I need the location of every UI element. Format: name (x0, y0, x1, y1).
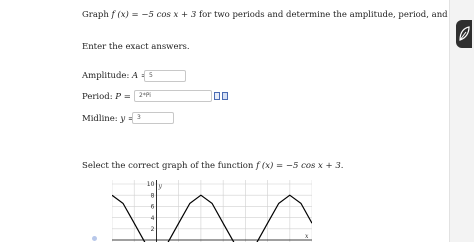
equation-editor-icon[interactable] (214, 92, 220, 100)
period-label-text: Period: (82, 92, 113, 102)
question-function: f (x) = −5 cos x + 3 (111, 10, 197, 20)
side-panel-button[interactable] (456, 20, 472, 48)
graph-prompt-prefix: Select the correct graph of the function (82, 161, 254, 171)
y-axis-label: y (157, 183, 162, 190)
graph-prompt: Select the correct graph of the function… (82, 161, 343, 171)
y-tick-label: 10 (147, 181, 155, 188)
x-axis-label: x (305, 233, 309, 240)
period-label: Period: P = (82, 92, 131, 102)
graph-option-chart[interactable]: 2 4 6 8 10 y x (112, 180, 312, 242)
instruction-text: Enter the exact answers. (82, 42, 190, 52)
leaf-icon (459, 26, 470, 41)
y-tick-label: 6 (151, 204, 155, 211)
midline-label: Midline: y = (82, 114, 135, 124)
question-suffix: for two periods and determine the amplit… (198, 10, 474, 20)
midline-label-text: Midline: (82, 114, 118, 124)
question-panel: Graph f (x) = −5 cos x + 3 for two perio… (0, 0, 474, 242)
preview-icon[interactable] (222, 92, 228, 100)
midline-input[interactable]: 3 (132, 112, 174, 124)
series-line (112, 194, 312, 242)
period-input[interactable]: 2*Pi (134, 90, 212, 102)
graph-prompt-function: f (x) = −5 cos x + 3 (256, 161, 341, 171)
y-tick-label: 8 (151, 192, 155, 199)
question-text: Graph f (x) = −5 cos x + 3 for two perio… (82, 10, 474, 20)
period-symbol: P = (115, 92, 131, 102)
y-tick-label: 2 (151, 226, 155, 233)
option-radio-button[interactable] (92, 236, 97, 241)
amplitude-label: Amplitude: A = (82, 71, 148, 81)
amplitude-input[interactable]: 5 (144, 70, 186, 82)
graph-prompt-suffix: . (340, 161, 344, 171)
question-prefix: Graph (82, 10, 109, 20)
y-tick-label: 4 (151, 215, 155, 222)
amplitude-label-text: Amplitude: (82, 71, 130, 81)
